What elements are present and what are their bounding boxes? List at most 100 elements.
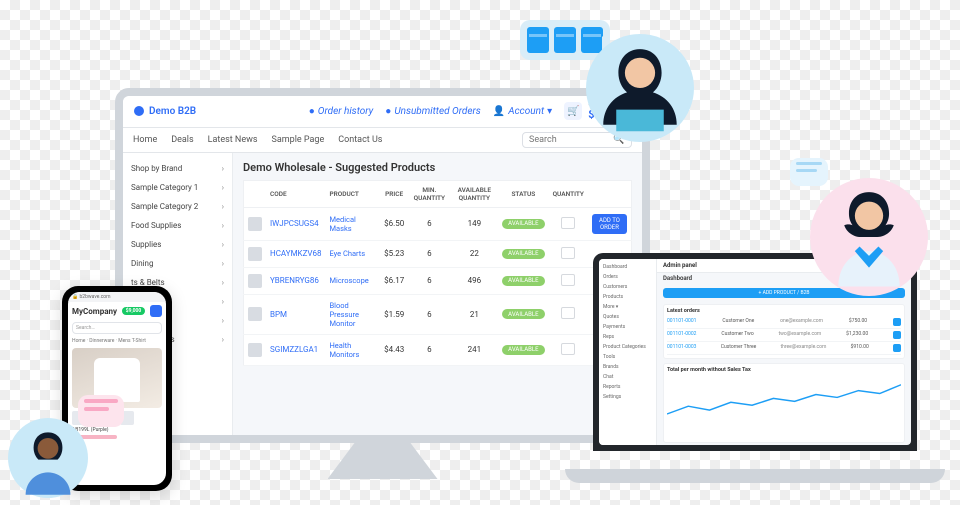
product-code[interactable]: BPM: [270, 310, 287, 319]
product-avail: 241: [450, 334, 498, 365]
admin-menu-item[interactable]: Payments: [603, 323, 652, 331]
product-thumb[interactable]: [248, 307, 262, 321]
chevron-right-icon: ›: [222, 297, 224, 306]
persona-customer: [586, 34, 694, 142]
basket-icon[interactable]: [150, 305, 162, 317]
chevron-right-icon: ›: [222, 164, 224, 173]
col-avail: AVAILABLE QUANTITY: [450, 180, 498, 207]
product-thumb[interactable]: [248, 217, 262, 231]
nav-links: Home Deals Latest News Sample Page Conta…: [133, 135, 382, 145]
product-name[interactable]: Eye Charts: [329, 249, 365, 258]
product-min: 6: [408, 240, 450, 267]
chevron-right-icon: ›: [222, 240, 224, 249]
sidebar-item[interactable]: Dining›: [123, 254, 232, 273]
chevron-right-icon: ›: [222, 221, 224, 230]
phone-brand: MyCompany: [72, 307, 117, 316]
product-code[interactable]: IWJPCSUGS4: [270, 219, 319, 228]
admin-menu-item[interactable]: Brands: [603, 363, 652, 371]
sidebar-item[interactable]: Food Supplies›: [123, 216, 232, 235]
nav-contact[interactable]: Contact Us: [338, 135, 382, 145]
package-icon: [554, 27, 576, 53]
product-thumb[interactable]: [248, 274, 262, 288]
admin-menu-item[interactable]: Reps: [603, 333, 652, 341]
row-action-icon[interactable]: [893, 318, 901, 326]
product-min: 6: [408, 334, 450, 365]
sidebar-item[interactable]: Sample Category 1›: [123, 178, 232, 197]
persona-shopper: [8, 418, 88, 498]
col-min: MIN. QUANTITY: [408, 180, 450, 207]
phone-addressbar: 🔒 b2bwave.com: [68, 292, 166, 302]
status-badge: AVAILABLE: [502, 219, 544, 229]
latest-orders-block: Latest orders 001101-0001Customer Oneone…: [663, 304, 905, 359]
product-thumb[interactable]: [248, 343, 262, 357]
admin-menu-item[interactable]: Reports: [603, 383, 652, 391]
product-code[interactable]: YBRENRYG86: [270, 276, 319, 285]
product-code[interactable]: HCAYMKZV68: [270, 249, 321, 258]
status-badge: AVAILABLE: [502, 276, 544, 286]
row-action-icon[interactable]: [893, 331, 901, 339]
phone-credit-badge: $9,000: [122, 307, 146, 315]
account-menu[interactable]: 👤 Account ▾: [493, 106, 552, 117]
sidebar-item[interactable]: Sample Category 2›: [123, 197, 232, 216]
col-product: PRODUCT: [325, 180, 380, 207]
product-name[interactable]: Blood Pressure Monitor: [329, 301, 359, 328]
unsubmitted-orders-link[interactable]: ● Unsubmitted Orders: [385, 106, 481, 117]
persona-nurse: [810, 178, 928, 296]
product-name[interactable]: Health Monitors: [329, 341, 359, 359]
admin-menu-item[interactable]: Product Categories: [603, 343, 652, 351]
product-avail: 21: [450, 294, 498, 334]
product-avail: 22: [450, 240, 498, 267]
product-thumb[interactable]: [248, 247, 262, 261]
admin-menu-item[interactable]: Dashboard: [603, 263, 652, 271]
order-row[interactable]: 001101-0001Customer Oneone@example.com$7…: [667, 316, 901, 329]
product-min: 6: [408, 294, 450, 334]
package-icon: [527, 27, 549, 53]
logo-icon: [133, 105, 145, 117]
chevron-right-icon: ›: [222, 183, 224, 192]
admin-menu-item[interactable]: Products: [603, 293, 652, 301]
chart-title: Total per month without Sales Tax: [667, 367, 901, 373]
order-row[interactable]: 001101-0002Customer Twotwo@example.com$1…: [667, 329, 901, 342]
order-row[interactable]: 001101-0003Customer Threethree@example.c…: [667, 342, 901, 355]
admin-menu-item[interactable]: Chat: [603, 373, 652, 381]
latest-orders-title: Latest orders: [667, 308, 901, 314]
product-avail: 496: [450, 267, 498, 294]
nav-sample[interactable]: Sample Page: [272, 135, 325, 145]
admin-menu-item[interactable]: Tools: [603, 353, 652, 361]
admin-menu-item[interactable]: Settings: [603, 393, 652, 401]
product-price: $6.50: [380, 207, 408, 240]
brand-logo[interactable]: Demo B2B: [133, 105, 196, 117]
product-price: $4.43: [380, 334, 408, 365]
product-name[interactable]: Medical Masks: [329, 215, 355, 233]
chart-block: Total per month without Sales Tax: [663, 363, 905, 443]
row-action-icon[interactable]: [893, 344, 901, 352]
chevron-right-icon: ›: [222, 202, 224, 211]
product-avail: 149: [450, 207, 498, 240]
admin-menu-item[interactable]: Orders: [603, 273, 652, 281]
col-code: CODE: [266, 180, 325, 207]
col-status: STATUS: [498, 180, 548, 207]
product-name[interactable]: Microscope: [329, 276, 368, 285]
col-qty: QUANTITY: [549, 180, 588, 207]
qty-input[interactable]: [561, 217, 575, 229]
chevron-right-icon: ›: [222, 278, 224, 287]
admin-menu-item[interactable]: Customers: [603, 283, 652, 291]
product-min: 6: [408, 267, 450, 294]
nav-news[interactable]: Latest News: [208, 135, 258, 145]
admin-title: Admin panel: [663, 262, 697, 269]
add-to-order-button[interactable]: ADD TO ORDER: [592, 214, 627, 234]
sidebar-item[interactable]: Shop by Brand›: [123, 159, 232, 178]
product-price: $5.23: [380, 240, 408, 267]
product-code[interactable]: SGIMZZLGA1: [270, 345, 318, 354]
nav-deals[interactable]: Deals: [171, 135, 193, 145]
col-action: [588, 180, 632, 207]
cart-icon: 🛒: [564, 102, 582, 120]
sidebar-item[interactable]: Supplies›: [123, 235, 232, 254]
nav-home[interactable]: Home: [133, 135, 157, 145]
product-price: $1.59: [380, 294, 408, 334]
admin-menu-item[interactable]: Quotes: [603, 313, 652, 321]
admin-menu-item[interactable]: More ▾: [603, 303, 652, 311]
phone-search[interactable]: Search…: [72, 322, 162, 334]
col-price: PRICE: [380, 180, 408, 207]
order-history-link[interactable]: ● Order history: [309, 106, 374, 117]
